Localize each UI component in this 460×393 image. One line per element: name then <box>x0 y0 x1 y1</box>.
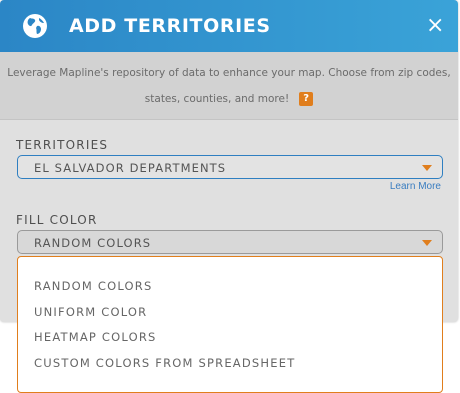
info-text-line2-label: states, counties, and more! <box>144 93 290 105</box>
fill-color-option-custom[interactable]: CUSTOM COLORS FROM SPREADSHEET <box>34 356 295 370</box>
fill-color-selected-value: RANDOM COLORS <box>34 236 152 250</box>
fill-color-option-heatmap[interactable]: HEATMAP COLORS <box>34 330 157 344</box>
globe-icon <box>23 14 47 38</box>
territories-select[interactable]: EL SALVADOR DEPARTMENTS <box>17 155 443 179</box>
info-banner: Leverage Mapline's repository of data to… <box>0 52 458 120</box>
modal-title: ADD TERRITORIES <box>69 15 271 37</box>
fill-color-option-random[interactable]: RANDOM COLORS <box>34 279 153 293</box>
fill-color-select[interactable]: RANDOM COLORS <box>17 230 443 254</box>
learn-more-link[interactable]: Learn More <box>390 181 441 192</box>
fill-color-label: FILL COLOR <box>16 213 98 227</box>
info-text-line2: states, counties, and more!? <box>0 92 458 106</box>
fill-color-dropdown-menu: RANDOM COLORS UNIFORM COLOR HEATMAP COLO… <box>17 256 443 393</box>
modal-header: ADD TERRITORIES × <box>0 0 458 52</box>
fill-color-option-uniform[interactable]: UNIFORM COLOR <box>34 305 147 319</box>
help-icon[interactable]: ? <box>299 92 314 106</box>
chevron-down-icon <box>422 165 432 171</box>
close-icon[interactable]: × <box>426 15 444 37</box>
chevron-down-icon <box>422 240 432 246</box>
territories-label: TERRITORIES <box>16 138 109 152</box>
territories-selected-value: EL SALVADOR DEPARTMENTS <box>34 161 227 175</box>
info-text-line1: Leverage Mapline's repository of data to… <box>7 67 451 79</box>
